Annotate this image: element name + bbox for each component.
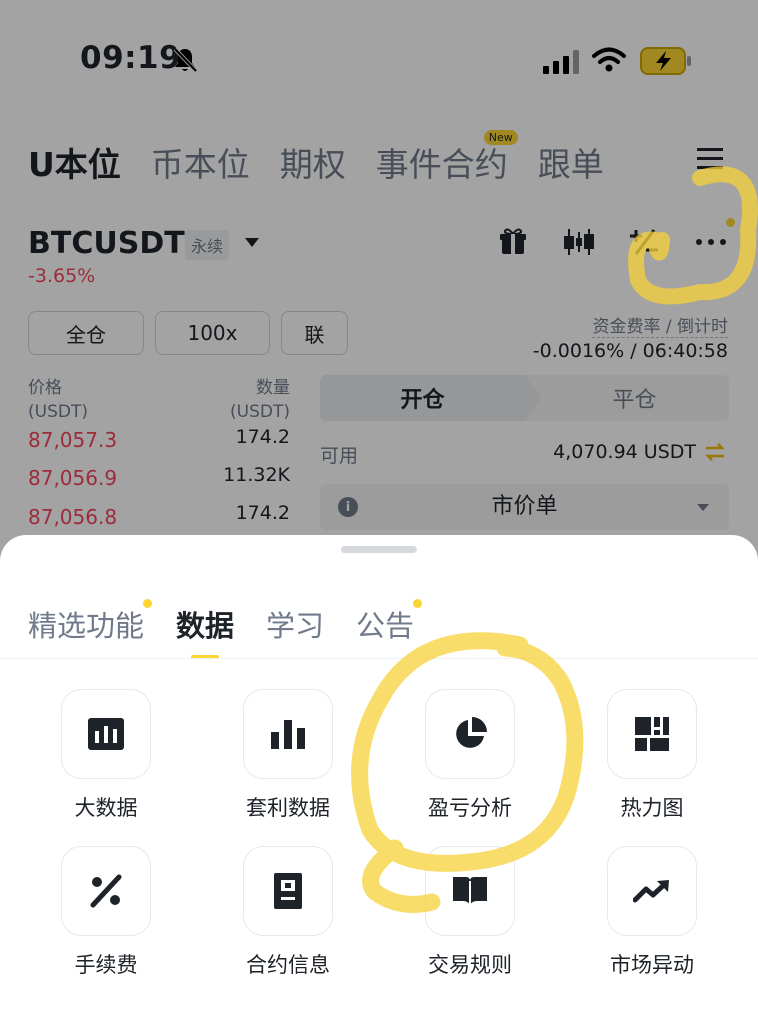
tab-featured-label: 精选功能 xyxy=(28,609,145,643)
menu-item-label: 手续费 xyxy=(74,953,138,977)
menu-item-arbitrage-data[interactable]: 套利数据 xyxy=(197,689,379,829)
menu-item-label: 热力图 xyxy=(620,796,684,820)
percent-icon xyxy=(90,874,122,908)
icon-tile xyxy=(425,689,515,779)
bar-chart-icon xyxy=(271,720,305,749)
menu-item-pnl-analysis[interactable]: 盈亏分析 xyxy=(379,689,561,829)
menu-item-big-data[interactable]: 大数据 xyxy=(15,689,197,829)
menu-item-label: 大数据 xyxy=(74,796,138,820)
trend-up-icon xyxy=(633,880,669,903)
menu-item-label: 合约信息 xyxy=(246,953,330,977)
menu-item-heatmap[interactable]: 热力图 xyxy=(561,689,743,829)
icon-tile xyxy=(607,846,697,936)
book-icon xyxy=(453,877,487,905)
icon-tile xyxy=(607,689,697,779)
menu-item-contract-info[interactable]: 合约信息 xyxy=(197,846,379,986)
notification-dot xyxy=(143,599,153,608)
menu-item-label: 盈亏分析 xyxy=(428,796,512,820)
notification-dot xyxy=(413,599,423,608)
divider xyxy=(0,658,758,659)
icon-tile xyxy=(61,846,151,936)
menu-item-label: 市场异动 xyxy=(610,953,694,977)
tab-learn-label: 学习 xyxy=(266,609,325,643)
menu-item-fees[interactable]: 手续费 xyxy=(15,846,197,986)
menu-item-trading-rules[interactable]: 交易规则 xyxy=(379,846,561,986)
icon-tile xyxy=(243,689,333,779)
icon-tile xyxy=(425,846,515,936)
pie-chart-icon xyxy=(456,717,487,748)
menu-item-market-movers[interactable]: 市场异动 xyxy=(561,846,743,986)
bottom-sheet: 精选功能 数据 学习 公告 大数据 套利数据 盈亏分析 热力图 手续费 合约信息… xyxy=(0,535,758,1024)
tab-learn[interactable]: 学习 xyxy=(266,603,324,645)
menu-item-label: 套利数据 xyxy=(246,796,330,820)
sheet-tabs: 精选功能 数据 学习 公告 xyxy=(28,599,446,659)
icon-tile xyxy=(61,689,151,779)
tab-data-label: 数据 xyxy=(176,609,235,643)
tab-announcements-label: 公告 xyxy=(356,609,415,643)
tab-announcements[interactable]: 公告 xyxy=(356,599,423,645)
tab-data[interactable]: 数据 xyxy=(176,603,235,659)
sheet-drag-handle[interactable] xyxy=(341,546,417,553)
tab-featured[interactable]: 精选功能 xyxy=(28,599,153,645)
document-icon xyxy=(274,873,302,909)
icon-tile xyxy=(243,846,333,936)
heatmap-icon xyxy=(635,717,669,751)
bar-chart-box-icon xyxy=(88,718,124,750)
menu-item-label: 交易规则 xyxy=(428,953,512,977)
